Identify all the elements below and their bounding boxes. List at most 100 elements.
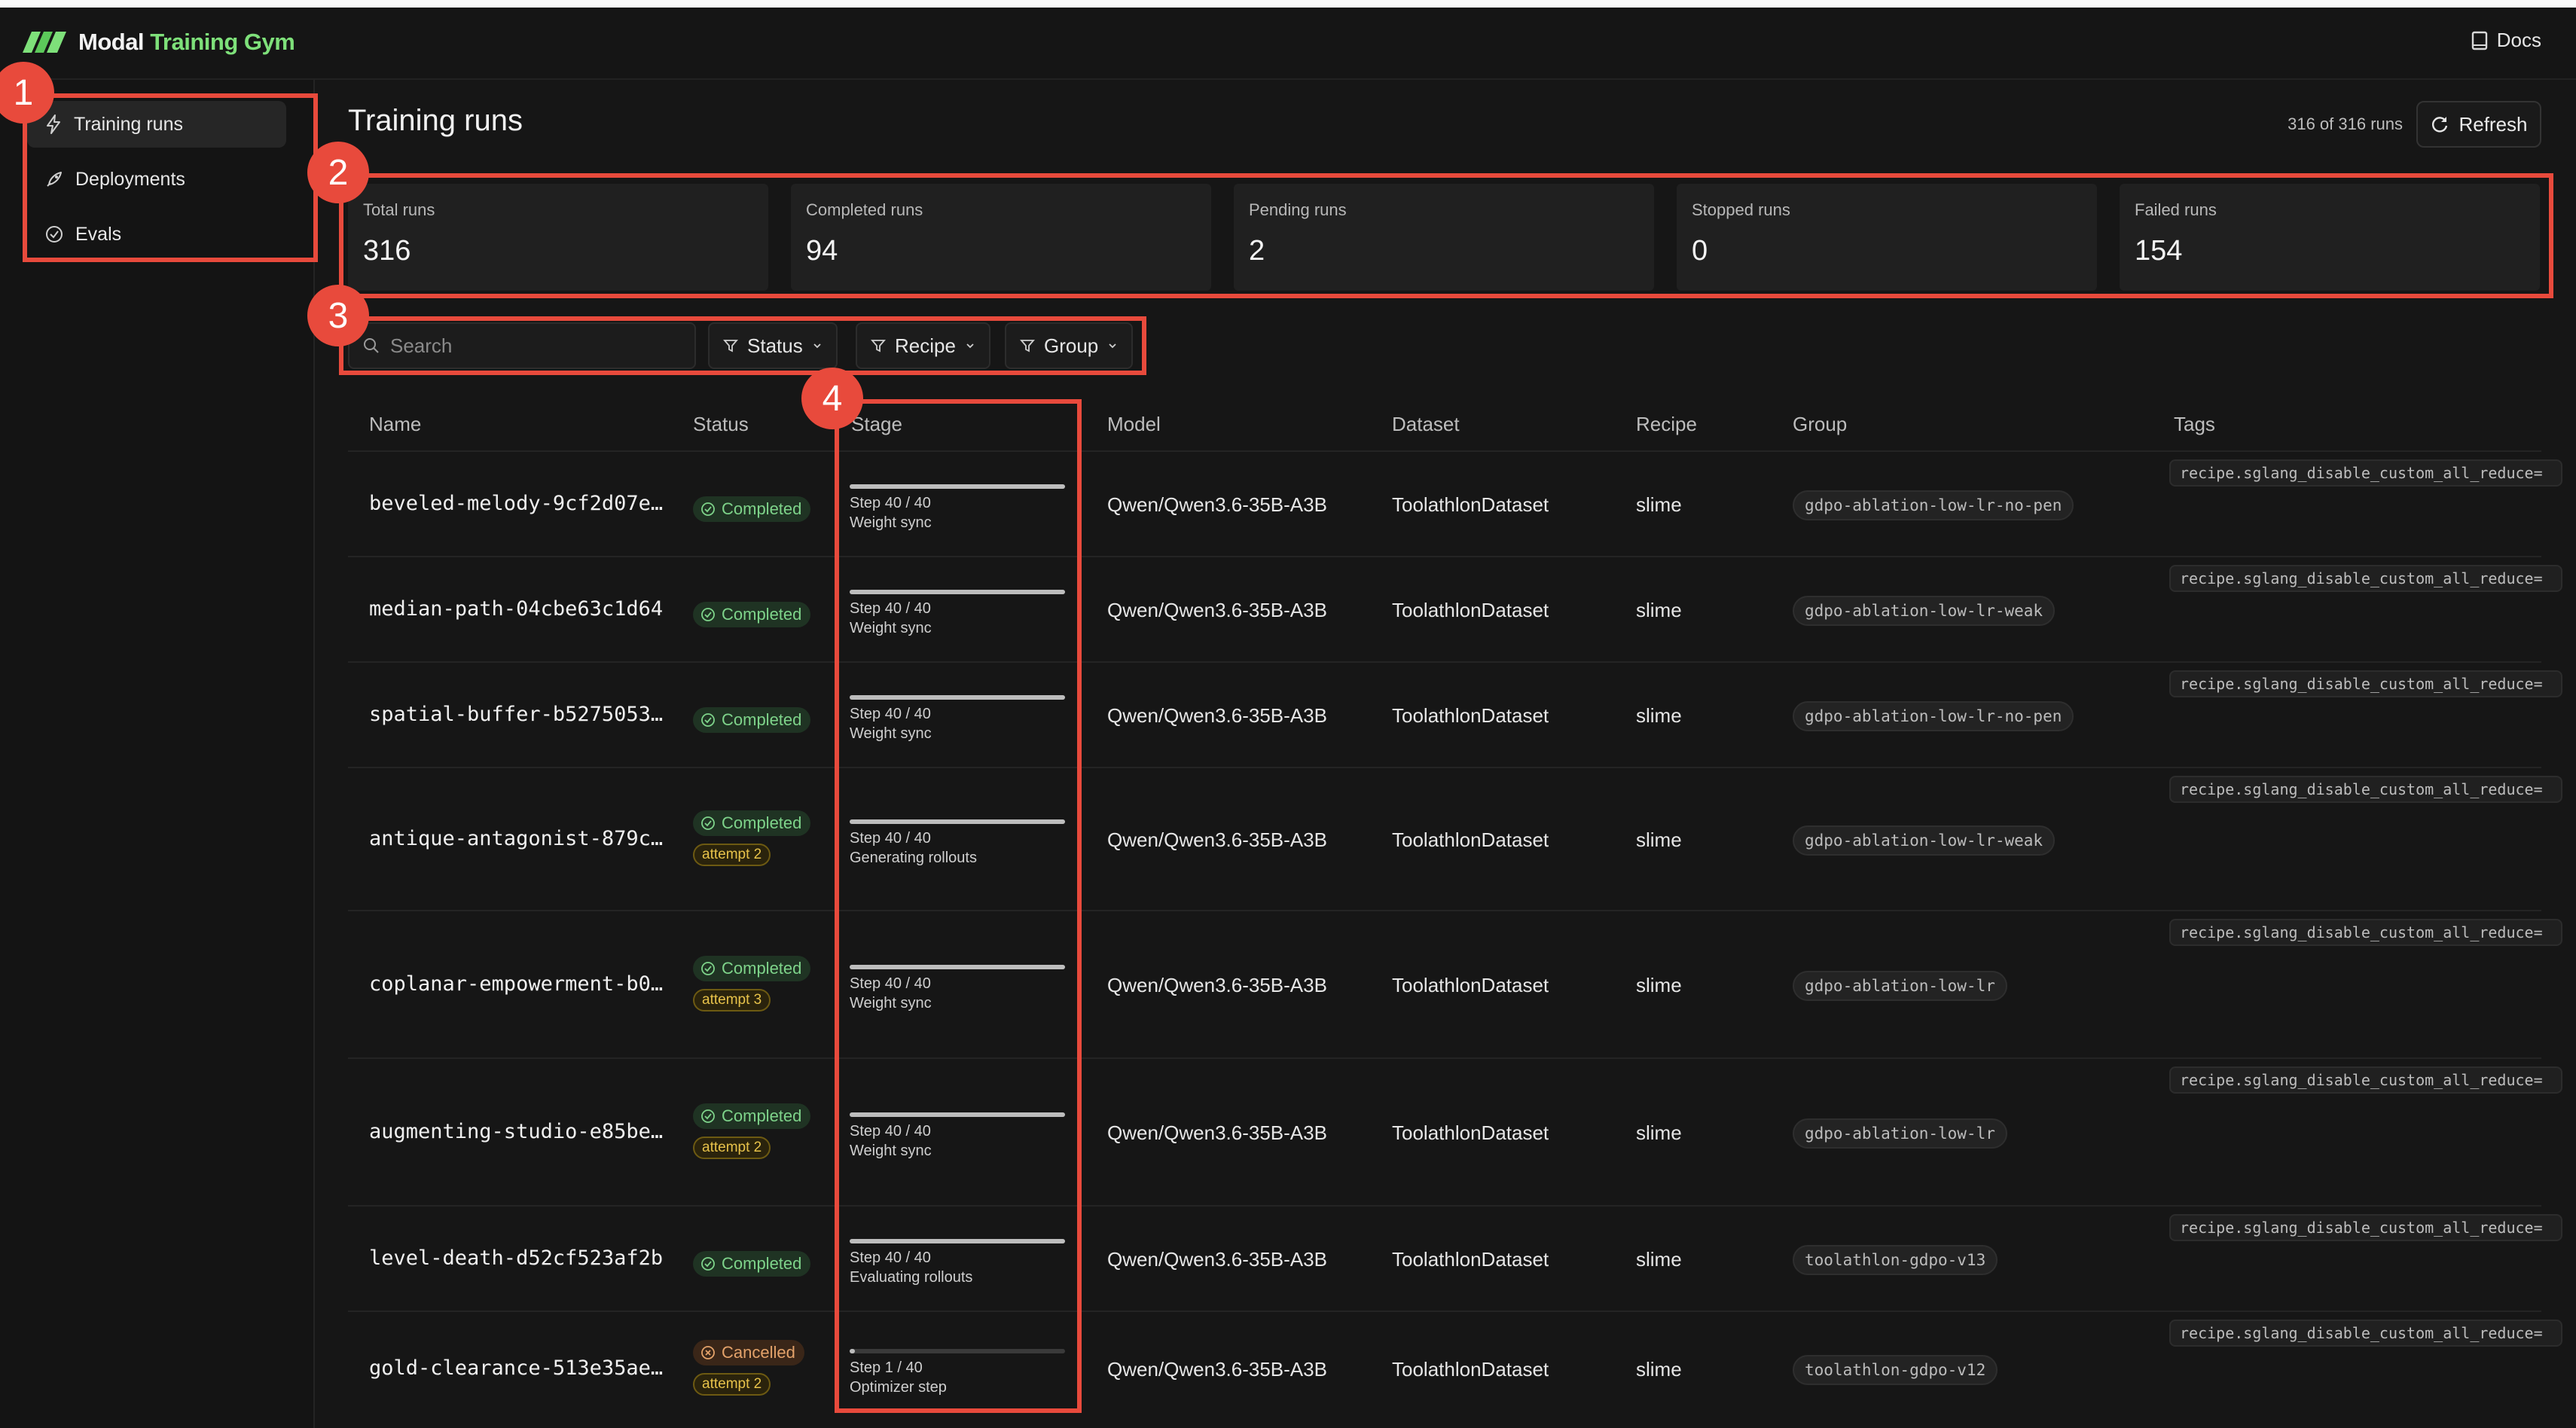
recipe-name: slime xyxy=(1636,974,1682,996)
status-label: Completed xyxy=(722,710,802,729)
dataset-name: ToolathlonDataset xyxy=(1392,828,1549,851)
sidebar xyxy=(0,80,315,1428)
check-circle-icon xyxy=(701,962,715,975)
run-name[interactable]: median-path-04cbe63c1d64 xyxy=(369,597,663,621)
run-name[interactable]: level-death-d52cf523af2b xyxy=(369,1246,663,1270)
refresh-button[interactable]: Refresh xyxy=(2416,101,2541,148)
recipe-name: slime xyxy=(1636,704,1682,727)
group-pill[interactable]: gdpo-ablation-low-lr-no-pen xyxy=(1793,490,2074,520)
refresh-label: Refresh xyxy=(2458,112,2528,136)
status-badge: Completed xyxy=(693,810,811,836)
group-pill[interactable]: gdpo-ablation-low-lr-weak xyxy=(1793,825,2056,856)
status-badge: Completed xyxy=(693,1103,811,1129)
brand-word-training-gym: Training Gym xyxy=(150,29,295,55)
top-edge xyxy=(0,0,2576,8)
tag-pill[interactable]: recipe.sglang_disable_custom_all_reduce= xyxy=(2169,565,2562,592)
recipe-name: slime xyxy=(1636,1248,1682,1271)
dataset-name: ToolathlonDataset xyxy=(1392,704,1549,727)
status-label: Cancelled xyxy=(722,1343,795,1362)
annotation-box-1 xyxy=(23,93,318,262)
recipe-name: slime xyxy=(1636,828,1682,851)
run-name[interactable]: gold-clearance-513e35ae… xyxy=(369,1356,663,1380)
brand-word-modal: Modal xyxy=(78,29,145,55)
column-header-tags[interactable]: Tags xyxy=(2174,413,2215,436)
tag-pill[interactable]: recipe.sglang_disable_custom_all_reduce= xyxy=(2169,670,2562,697)
recipe-name: slime xyxy=(1636,599,1682,621)
attempt-badge: attempt 2 xyxy=(693,1137,771,1159)
run-name[interactable]: antique-antagonist-879c… xyxy=(369,827,663,850)
model-name: Qwen/Qwen3.6-35B-A3B xyxy=(1107,1358,1327,1381)
run-count: 316 of 316 runs xyxy=(2288,114,2403,133)
status-badge: Completed xyxy=(693,496,811,522)
recipe-name: slime xyxy=(1636,1121,1682,1144)
status-label: Completed xyxy=(722,499,802,518)
tag-pill[interactable]: recipe.sglang_disable_custom_all_reduce= xyxy=(2169,776,2562,803)
annotation-box-2 xyxy=(339,173,2553,298)
refresh-icon xyxy=(2432,117,2448,133)
model-name: Qwen/Qwen3.6-35B-A3B xyxy=(1107,1248,1327,1271)
column-header-recipe[interactable]: Recipe xyxy=(1636,413,1697,436)
check-circle-icon xyxy=(701,1257,715,1271)
status-badge: Completed xyxy=(693,956,811,981)
annotation-marker-3: 3 xyxy=(307,285,369,346)
brand-name[interactable]: Modal Training Gym xyxy=(78,29,295,56)
column-header-model[interactable]: Model xyxy=(1107,413,1161,436)
status-label: Completed xyxy=(722,605,802,624)
annotation-box-4 xyxy=(835,399,1082,1413)
attempt-badge: attempt 3 xyxy=(693,989,771,1012)
check-circle-icon xyxy=(701,816,715,830)
model-name: Qwen/Qwen3.6-35B-A3B xyxy=(1107,493,1327,516)
top-bar xyxy=(0,8,2576,80)
modal-logo-icon[interactable] xyxy=(21,29,68,56)
tag-pill[interactable]: recipe.sglang_disable_custom_all_reduce= xyxy=(2169,459,2562,487)
x-circle-icon xyxy=(701,1346,715,1359)
run-name[interactable]: coplanar-empowerment-b0… xyxy=(369,972,663,996)
column-header-dataset[interactable]: Dataset xyxy=(1392,413,1460,436)
status-badge: Cancelled xyxy=(693,1340,804,1365)
attempt-badge: attempt 2 xyxy=(693,844,771,866)
page-title: Training runs xyxy=(348,104,523,137)
dataset-name: ToolathlonDataset xyxy=(1392,1358,1549,1381)
group-pill[interactable]: gdpo-ablation-low-lr-no-pen xyxy=(1793,701,2074,731)
model-name: Qwen/Qwen3.6-35B-A3B xyxy=(1107,599,1327,621)
docs-label: Docs xyxy=(2496,29,2541,51)
dataset-name: ToolathlonDataset xyxy=(1392,493,1549,516)
tag-pill[interactable]: recipe.sglang_disable_custom_all_reduce= xyxy=(2169,1320,2562,1347)
check-circle-icon xyxy=(701,713,715,727)
tag-pill[interactable]: recipe.sglang_disable_custom_all_reduce= xyxy=(2169,919,2562,946)
group-pill[interactable]: toolathlon-gdpo-v12 xyxy=(1793,1355,1998,1385)
status-label: Completed xyxy=(722,1106,802,1125)
column-header-name[interactable]: Name xyxy=(369,413,421,436)
status-badge: Completed xyxy=(693,1251,811,1277)
dataset-name: ToolathlonDataset xyxy=(1392,974,1549,996)
recipe-name: slime xyxy=(1636,1358,1682,1381)
model-name: Qwen/Qwen3.6-35B-A3B xyxy=(1107,828,1327,851)
attempt-badge: attempt 2 xyxy=(693,1373,771,1396)
model-name: Qwen/Qwen3.6-35B-A3B xyxy=(1107,974,1327,996)
status-label: Completed xyxy=(722,1254,802,1273)
group-pill[interactable]: gdpo-ablation-low-lr xyxy=(1793,971,2007,1001)
tag-pill[interactable]: recipe.sglang_disable_custom_all_reduce= xyxy=(2169,1214,2562,1241)
dataset-name: ToolathlonDataset xyxy=(1392,1248,1549,1271)
status-badge: Completed xyxy=(693,707,811,733)
group-pill[interactable]: toolathlon-gdpo-v13 xyxy=(1793,1245,1998,1275)
run-name[interactable]: augmenting-studio-e85be… xyxy=(369,1120,663,1143)
check-circle-icon xyxy=(701,502,715,516)
column-header-group[interactable]: Group xyxy=(1793,413,1847,436)
group-pill[interactable]: gdpo-ablation-low-lr xyxy=(1793,1118,2007,1149)
check-circle-icon xyxy=(701,608,715,621)
status-badge: Completed xyxy=(693,602,811,627)
run-name[interactable]: spatial-buffer-b5275053… xyxy=(369,703,663,726)
annotation-marker-2: 2 xyxy=(307,142,369,203)
recipe-name: slime xyxy=(1636,493,1682,516)
column-header-status[interactable]: Status xyxy=(693,413,749,436)
book-icon xyxy=(2471,31,2487,50)
group-pill[interactable]: gdpo-ablation-low-lr-weak xyxy=(1793,596,2056,626)
model-name: Qwen/Qwen3.6-35B-A3B xyxy=(1107,1121,1327,1144)
status-label: Completed xyxy=(722,813,802,832)
tag-pill[interactable]: recipe.sglang_disable_custom_all_reduce= xyxy=(2169,1066,2562,1094)
dataset-name: ToolathlonDataset xyxy=(1392,599,1549,621)
dataset-name: ToolathlonDataset xyxy=(1392,1121,1549,1144)
run-name[interactable]: beveled-melody-9cf2d07e… xyxy=(369,492,663,515)
docs-link[interactable]: Docs xyxy=(2471,29,2541,52)
